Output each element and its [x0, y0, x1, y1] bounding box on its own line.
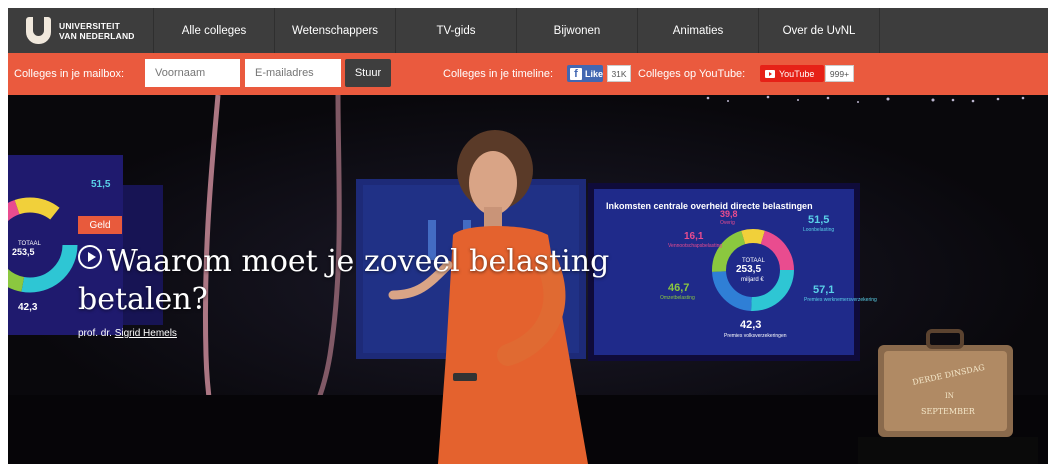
author-link[interactable]: Sigrid Hemels: [115, 328, 177, 339]
logo-text: UNIVERSITEIT VAN NEDERLAND: [59, 20, 135, 41]
facebook-count: 31K: [607, 65, 631, 82]
mailbox-label: Colleges in je mailbox:: [14, 68, 125, 80]
nav-item-animaties[interactable]: Animaties: [637, 8, 758, 53]
screen-label-2: Premies werknemers­verzekering: [804, 297, 877, 303]
screen-label-1: Loonbelasting: [803, 227, 834, 233]
lecture-title[interactable]: Waarom moet je zoveel belasting betalen?: [78, 243, 678, 319]
youtube-label: Colleges op YouTube:: [638, 68, 746, 80]
hero-banner[interactable]: 51,5 TOTAAL 253,5 42,3 Inkomsten central…: [8, 95, 1048, 464]
firstname-input[interactable]: [145, 59, 240, 87]
screen-heading: Inkomsten centrale overheid directe bela…: [606, 201, 813, 211]
suitcase-line3: SEPTEMBER: [921, 407, 976, 416]
subscribe-bar: Colleges in je mailbox: Stuur Colleges i…: [8, 53, 1048, 95]
facebook-like-label: Like: [584, 68, 603, 79]
left-screen-value-1: 51,5: [91, 179, 111, 190]
facebook-like-button[interactable]: f Like: [567, 65, 603, 82]
youtube-button-label: YouTube: [779, 68, 815, 79]
left-screen-total: 253,5: [12, 247, 35, 257]
email-input[interactable]: [245, 59, 341, 87]
facebook-icon: f: [570, 67, 582, 80]
left-screen-value-3: 42,3: [18, 302, 38, 313]
submit-button[interactable]: Stuur: [345, 59, 391, 87]
youtube-count: 999+: [825, 65, 854, 82]
nav-item-alle-colleges[interactable]: Alle colleges: [153, 8, 274, 53]
youtube-button[interactable]: YouTube: [760, 65, 824, 82]
screen-total-unit: miljard €: [741, 277, 764, 283]
play-icon[interactable]: [78, 245, 102, 269]
screen-label-6: Overig: [720, 220, 735, 226]
page: UNIVERSITEIT VAN NEDERLAND Alle colleges…: [0, 0, 1049, 464]
nav-item-tv-gids[interactable]: TV-gids: [395, 8, 516, 53]
suitcase-line2: IN: [945, 392, 954, 400]
author-byline: prof. dr. Sigrid Hemels: [78, 328, 177, 339]
timeline-label: Colleges in je timeline:: [443, 68, 554, 80]
screen-total-value: 253,5: [736, 264, 761, 275]
youtube-icon: [765, 69, 775, 78]
site-logo[interactable]: UNIVERSITEIT VAN NEDERLAND: [8, 8, 153, 53]
screen-value-6: 39,8: [720, 209, 738, 219]
screen-value-5: 16,1: [684, 231, 704, 242]
screen-label-3: Premies volksverzekeringen: [724, 333, 787, 339]
screen-value-2: 57,1: [813, 284, 834, 296]
screen-value-1: 51,5: [808, 214, 829, 226]
uvnl-logo-icon: [26, 17, 51, 44]
nav-item-wetenschappers[interactable]: Wetenschappers: [274, 8, 395, 53]
nav-item-over-de-uvnl[interactable]: Over de UvNL: [758, 8, 880, 53]
category-tag[interactable]: Geld: [78, 216, 122, 234]
top-nav: UNIVERSITEIT VAN NEDERLAND Alle colleges…: [8, 8, 1048, 53]
screen-value-3: 42,3: [740, 319, 761, 331]
nav-item-bijwonen[interactable]: Bijwonen: [516, 8, 637, 53]
